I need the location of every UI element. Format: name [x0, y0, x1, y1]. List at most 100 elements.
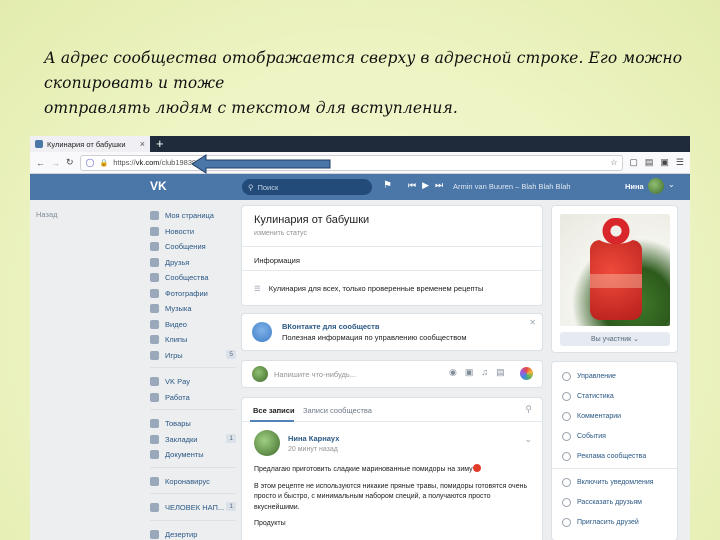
forward-arrow-icon[interactable]: →	[51, 158, 60, 168]
vk-logo[interactable]: VK	[150, 179, 172, 195]
play-icon[interactable]: ▶	[422, 180, 429, 191]
sidebar-item-bookmarks[interactable]: Закладки 1	[150, 432, 236, 448]
megaphone-icon	[562, 452, 571, 461]
sidebar-item-music[interactable]: Музыка	[150, 301, 236, 317]
sidebar-item-friends[interactable]: Друзья	[150, 255, 236, 271]
url-text: https://vk.com/club198394369	[113, 158, 213, 167]
group-actions-menu: Управление Статистика Комментарии Событи…	[552, 362, 677, 540]
next-track-icon[interactable]: ⏭	[435, 180, 443, 191]
back-link[interactable]: Назад	[36, 210, 58, 219]
stats-icon	[562, 392, 571, 401]
sidebar-item-coronavirus[interactable]: Коронавирус	[150, 474, 236, 490]
current-track[interactable]: Armin van Buuren – Blah Blah Blah	[453, 182, 571, 191]
tab-community-posts[interactable]: Записи сообщества	[303, 406, 372, 415]
sidebar-item-work[interactable]: Работа	[150, 390, 236, 406]
post-composer[interactable]: Напишите что-нибудь... ◉ ▣ ♫ ▤	[242, 361, 542, 387]
status-edit-link[interactable]: изменить статус	[254, 230, 307, 237]
sidebar-group-pay: VK Pay Работа	[150, 374, 236, 405]
sidebar-item-game[interactable]: Дезертир	[150, 527, 236, 540]
sidebar-item-video[interactable]: Видео	[150, 317, 236, 333]
calendar-icon	[562, 432, 571, 441]
camera-icon	[150, 288, 159, 298]
browser-tab[interactable]: Кулинария от бабушки ×	[30, 136, 150, 152]
member-button[interactable]: Вы участник ⌄	[560, 332, 670, 346]
vk-search-input[interactable]: ⚲ Поиск	[242, 179, 372, 195]
home-icon	[150, 211, 159, 221]
sidebar-item-goods[interactable]: Товары	[150, 416, 236, 432]
sidebar-item-communities[interactable]: Сообщества	[150, 270, 236, 286]
extensions-icon[interactable]: ▣	[660, 157, 669, 168]
tab-title: Кулинария от бабушки	[47, 139, 126, 149]
virus-icon	[150, 476, 159, 486]
reload-icon[interactable]: ↻	[66, 157, 74, 168]
add-user-icon	[562, 518, 571, 527]
bookmarks-count-badge: 1	[226, 433, 236, 443]
wall-feed: Все записи Записи сообщества ⚲ Нина Карн…	[242, 398, 542, 540]
sidebar-item-games[interactable]: Игры 5	[150, 348, 236, 364]
menu-item-events[interactable]: События	[562, 432, 606, 441]
camera-icon[interactable]: ◉	[449, 367, 457, 378]
bookmark-star-icon[interactable]: ☆	[610, 158, 617, 167]
document-icon[interactable]: ▤	[496, 367, 505, 378]
menu-item-stats[interactable]: Статистика	[562, 392, 614, 401]
music-note-icon	[150, 304, 159, 314]
menu-item-share[interactable]: Рассказать друзьям	[562, 498, 642, 507]
lock-icon: 🔒	[99, 159, 109, 167]
jar-lid	[593, 218, 639, 244]
tab-close-icon[interactable]: ×	[140, 139, 145, 149]
sidebar-item-messages[interactable]: Сообщения	[150, 239, 236, 255]
sidebar-item-photos[interactable]: Фотографии	[150, 286, 236, 302]
group-title: Кулинария от бабушки	[254, 214, 370, 226]
story-icon[interactable]	[520, 367, 533, 380]
menu-item-ads[interactable]: Реклама сообщества	[562, 452, 646, 461]
address-bar[interactable]: ◯ 🔒 https://vk.com/club198394369 ☆	[79, 154, 624, 171]
notifications-bell-icon[interactable]: ⚑	[383, 180, 392, 191]
search-placeholder: Поиск	[257, 182, 279, 192]
vk-header: VK ⚲ Поиск ⚑ ⏮ ▶ ⏭ Armin van Buuren – Bl…	[30, 174, 690, 200]
pocket-icon[interactable]: ▢	[629, 157, 638, 168]
menu-item-comments[interactable]: Комментарии	[562, 412, 621, 421]
document-icon	[150, 450, 159, 460]
sidebar-item-clips[interactable]: Клипы	[150, 332, 236, 348]
video-icon[interactable]: ▣	[465, 367, 474, 378]
toolbar-icons: ▢ ▤ ▣ ☰	[629, 157, 684, 168]
back-arrow-icon[interactable]: ←	[36, 158, 45, 168]
chevron-down-icon[interactable]: ⌄	[668, 180, 675, 189]
text-lines-icon: ☰	[254, 284, 261, 293]
close-icon[interactable]: ✕	[529, 318, 536, 327]
post-time[interactable]: 20 минут назад	[288, 446, 338, 453]
menu-item-manage[interactable]: Управление	[562, 372, 616, 381]
menu-item-notifications[interactable]: Включить уведомления	[562, 478, 654, 487]
active-tab-underline	[250, 420, 294, 422]
audio-player-controls: ⏮ ▶ ⏭	[408, 180, 443, 191]
app-icon	[150, 503, 159, 513]
sidebar-item-documents[interactable]: Документы	[150, 447, 236, 463]
sidebar-divider	[150, 409, 236, 416]
prev-track-icon[interactable]: ⏮	[408, 180, 416, 191]
sidebar-item-app[interactable]: ЧЕЛОВЕК НАП... 1	[150, 500, 236, 516]
tab-all-posts[interactable]: Все записи	[253, 406, 295, 415]
group-description: ☰ Кулинария для всех, только проверенные…	[254, 284, 484, 293]
games-count-badge: 5	[226, 349, 236, 359]
vk-favicon-icon	[35, 140, 43, 148]
new-tab-button[interactable]: +	[150, 136, 170, 152]
music-note-icon[interactable]: ♫	[481, 367, 488, 378]
chevron-down-icon[interactable]: ⌄	[524, 434, 532, 445]
menu-item-invite[interactable]: Пригласить друзей	[562, 518, 639, 527]
group-photo[interactable]	[560, 214, 670, 326]
library-icon[interactable]: ▤	[645, 157, 654, 168]
menu-icon[interactable]: ☰	[676, 157, 684, 168]
search-icon[interactable]: ⚲	[525, 404, 532, 415]
sidebar-item-news[interactable]: Новости	[150, 224, 236, 240]
post-author[interactable]: Нина Карнаух	[288, 434, 339, 443]
promo-title[interactable]: ВКонтакте для сообществ	[282, 322, 379, 331]
sidebar-group-main: Моя страница Новости Сообщения Друзья Со…	[150, 208, 236, 363]
user-avatar[interactable]	[648, 178, 664, 194]
sidebar-item-my-page[interactable]: Моя страница	[150, 208, 236, 224]
sidebar-group-misc: Товары Закладки 1 Документы	[150, 416, 236, 463]
composer-input[interactable]: Напишите что-нибудь...	[274, 370, 356, 379]
sidebar-item-vk-pay[interactable]: VK Pay	[150, 374, 236, 390]
user-name[interactable]: Нина	[625, 182, 644, 191]
post-author-avatar[interactable]	[254, 430, 280, 456]
jar-band	[590, 274, 642, 288]
